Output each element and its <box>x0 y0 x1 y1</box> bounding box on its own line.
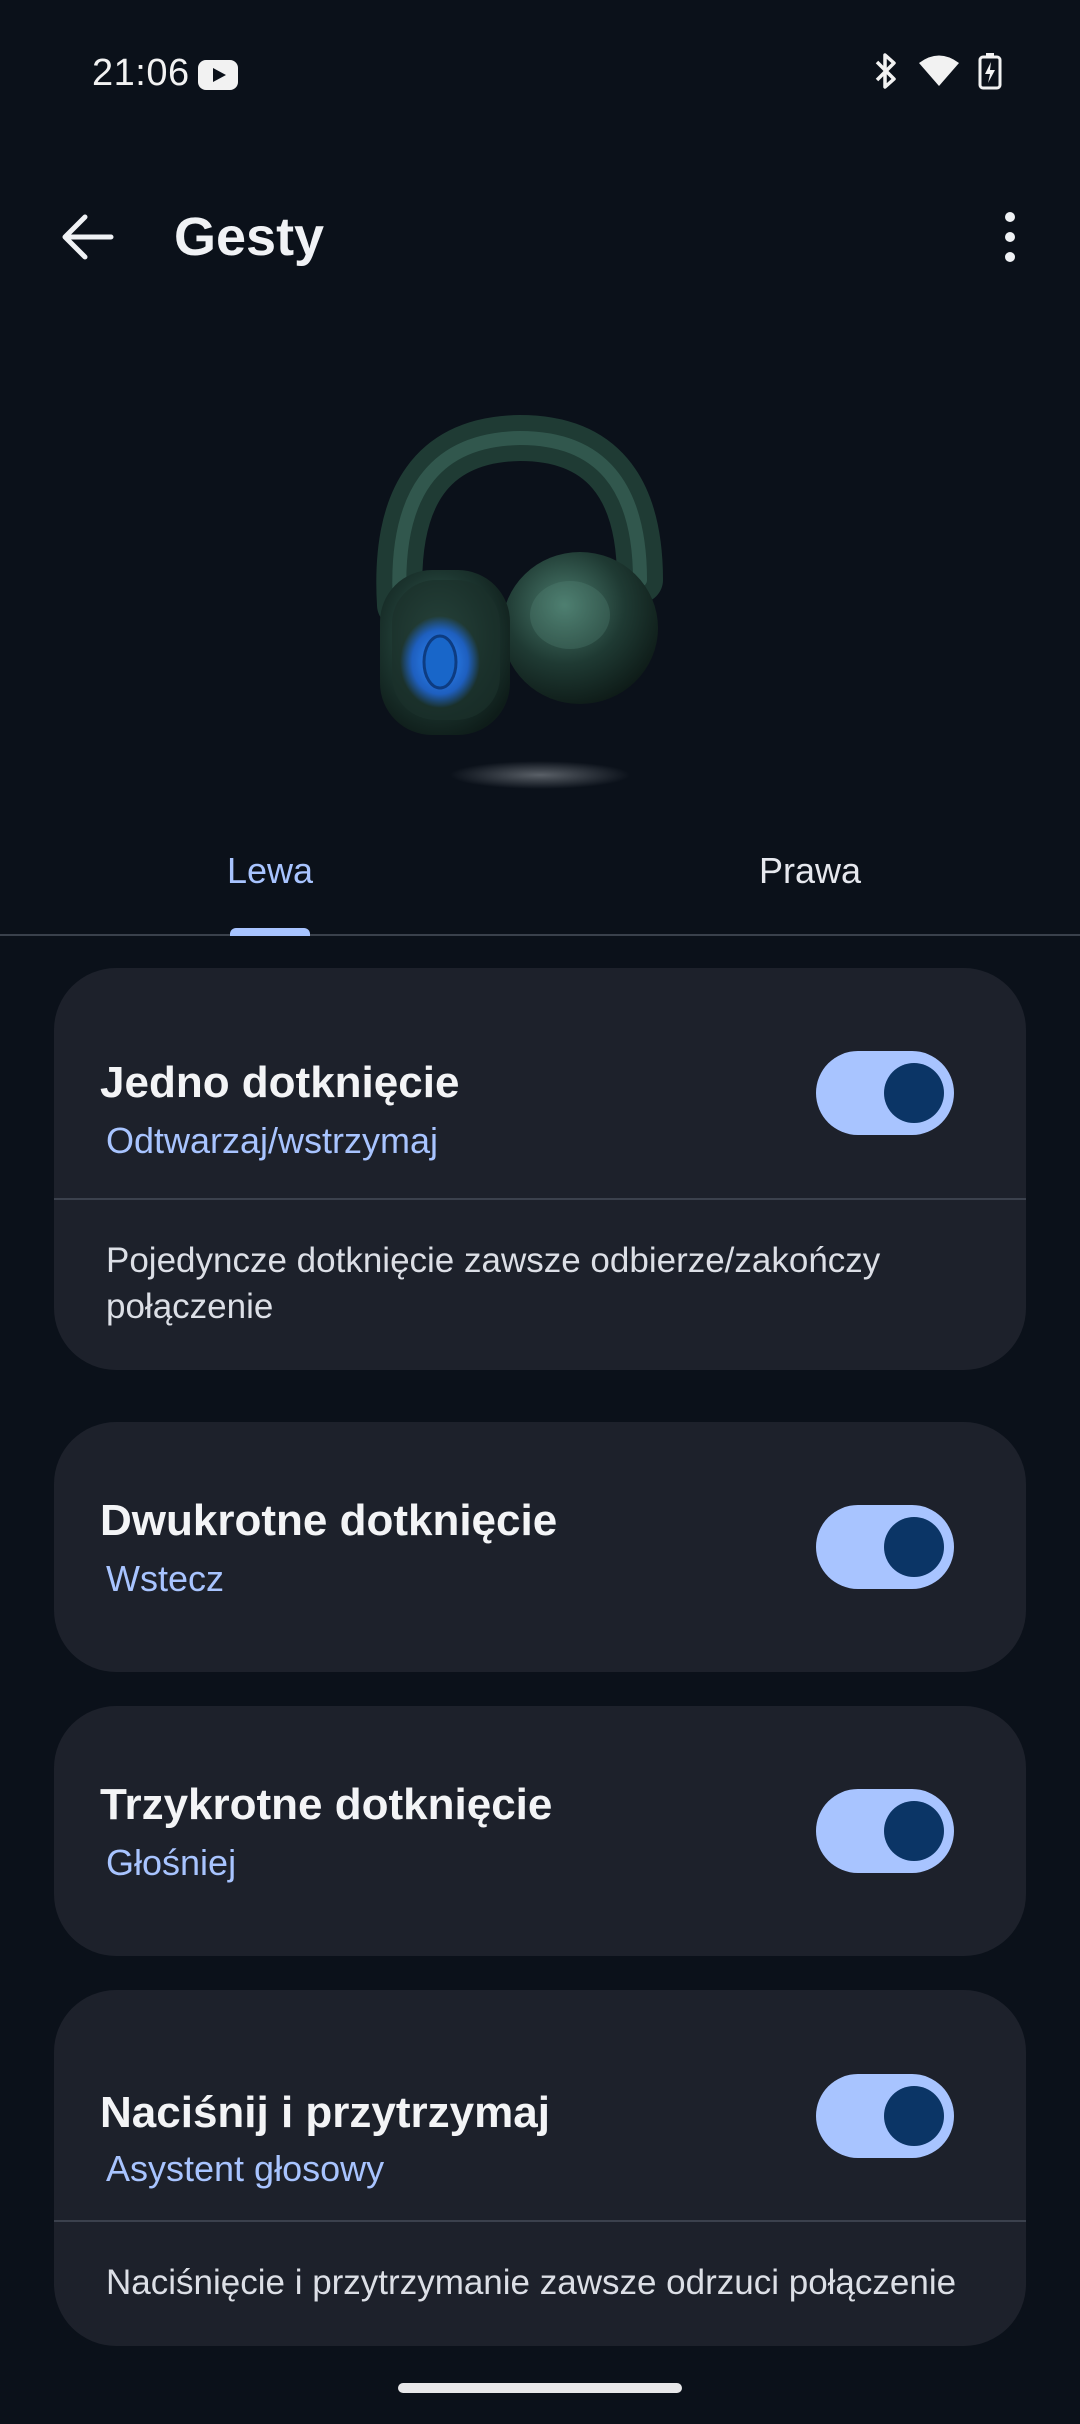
gesture-card-triple-tap: Trzykrotne dotknięcie Głośniej <box>54 1706 1026 1956</box>
gesture-title: Naciśnij i przytrzymaj <box>100 2088 550 2137</box>
gesture-note: Pojedyncze dotknięcie zawsze odbierze/za… <box>106 1241 881 1326</box>
gesture-row[interactable]: Jedno dotknięcie Odtwarzaj/wstrzymaj <box>54 968 1026 1198</box>
youtube-icon <box>198 60 238 90</box>
gesture-row[interactable]: Trzykrotne dotknięcie Głośniej <box>54 1706 1026 1956</box>
gesture-card-press-hold: Naciśnij i przytrzymaj Asystent głosowy … <box>54 1990 1026 2346</box>
status-bar: 21:06 <box>0 0 1080 150</box>
gesture-action: Wstecz <box>106 1558 225 1599</box>
more-vert-icon <box>1005 212 1015 262</box>
status-icons <box>872 52 1002 90</box>
gesture-toggle[interactable] <box>816 1789 954 1873</box>
gesture-title: Dwukrotne dotknięcie <box>100 1496 558 1545</box>
gesture-toggle[interactable] <box>816 2074 954 2158</box>
tab-right[interactable]: Prawa <box>540 850 1080 892</box>
battery-charging-icon <box>978 53 1002 90</box>
bluetooth-icon <box>875 53 896 89</box>
wifi-icon <box>919 55 959 86</box>
gesture-action: Odtwarzaj/wstrzymaj <box>106 1120 439 1161</box>
arrow-left-icon <box>62 214 114 260</box>
page-title: Gesty <box>174 207 325 267</box>
status-time: 21:06 <box>92 52 190 94</box>
gesture-toggle[interactable] <box>816 1505 954 1589</box>
gesture-row[interactable]: Naciśnij i przytrzymaj Asystent głosowy <box>54 1990 1026 2220</box>
app-bar: Gesty <box>0 180 1080 290</box>
gesture-title: Trzykrotne dotknięcie <box>100 1780 553 1829</box>
gesture-toggle[interactable] <box>816 1051 954 1135</box>
back-button[interactable] <box>52 202 122 272</box>
gesture-action: Asystent głosowy <box>106 2148 385 2189</box>
more-options-button[interactable] <box>980 202 1040 272</box>
toggle-thumb <box>884 2086 944 2146</box>
tab-indicator <box>230 928 310 936</box>
side-tabs: Lewa Prawa <box>0 830 1080 936</box>
headphones-illustration <box>340 400 740 820</box>
tab-left[interactable]: Lewa <box>0 850 540 892</box>
gesture-note: Naciśnięcie i przytrzymanie zawsze odrzu… <box>106 2263 957 2302</box>
home-gesture-handle[interactable] <box>398 2383 682 2393</box>
gesture-card-double-tap: Dwukrotne dotknięcie Wstecz <box>54 1422 1026 1672</box>
gesture-action: Głośniej <box>106 1842 237 1883</box>
gesture-title: Jedno dotknięcie <box>100 1058 460 1107</box>
gesture-nav-area <box>0 2362 1080 2424</box>
gesture-row[interactable]: Dwukrotne dotknięcie Wstecz <box>54 1422 1026 1672</box>
toggle-thumb <box>884 1063 944 1123</box>
toggle-thumb <box>884 1517 944 1577</box>
toggle-thumb <box>884 1801 944 1861</box>
gesture-card-single-tap: Jedno dotknięcie Odtwarzaj/wstrzymaj Poj… <box>54 968 1026 1370</box>
